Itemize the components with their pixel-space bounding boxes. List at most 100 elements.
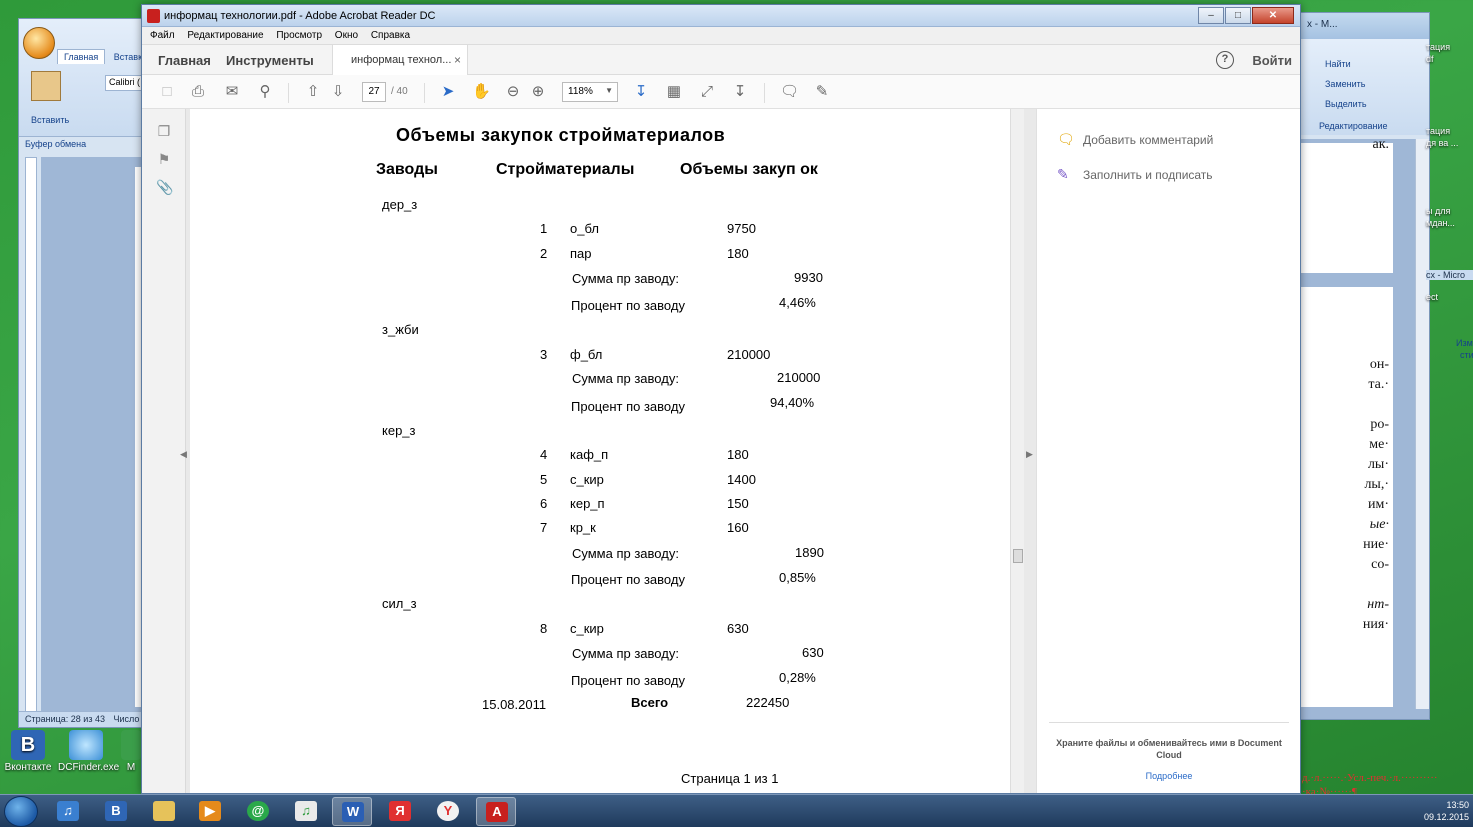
desktop-label: тация [1426, 42, 1451, 52]
learn-more-link[interactable]: Подробнее [1049, 771, 1289, 781]
row-number: 5 [540, 472, 548, 487]
tab-document[interactable]: информац технол... × [332, 45, 468, 75]
percent-label: Процент по заводу [571, 399, 685, 414]
vk-icon: B [105, 801, 127, 821]
material-name: о_бл [570, 221, 599, 236]
page-scrollbar[interactable] [1010, 109, 1024, 793]
fit-page-icon[interactable]: ▦ [665, 83, 683, 101]
acrobat-titlebar[interactable]: информац технологии.pdf - Adobe Acrobat … [142, 5, 1300, 27]
office-button[interactable] [23, 27, 55, 59]
desktop-label: cx - Micro [1426, 270, 1473, 280]
menu-edit[interactable]: Редактирование [187, 30, 263, 41]
select-cursor-icon[interactable]: ➤ [439, 83, 457, 101]
clock-date: 09.12.2015 [1423, 812, 1469, 822]
taskbar-media[interactable]: ▶ [190, 797, 230, 826]
prev-page-icon[interactable]: ⇧ [304, 83, 322, 101]
taskbar-vk[interactable]: B [96, 797, 136, 826]
add-comment-button[interactable]: 🗨 Добавить комментарий [1055, 131, 1213, 147]
taskbar-browser[interactable]: Y [428, 797, 468, 826]
replace-button[interactable]: Заменить [1325, 79, 1365, 89]
minimize-button[interactable]: – [1198, 7, 1224, 24]
pdf-icon: A [486, 802, 508, 822]
yandex-browser-icon: Y [437, 801, 459, 821]
row-number: 3 [540, 347, 548, 362]
taskbar-music[interactable]: ♫ [286, 797, 326, 826]
app-icon [121, 730, 141, 760]
scroll-thumb[interactable] [1013, 549, 1023, 563]
paste-icon[interactable] [31, 71, 61, 101]
pdf-page[interactable]: Объемы закупок стройматериалов Заводы Ст… [190, 109, 1010, 793]
help-icon[interactable]: ? [1216, 51, 1234, 69]
start-button[interactable] [4, 796, 38, 827]
volume-value: 180 [727, 246, 749, 261]
page-thumbnails-icon[interactable]: ❐ [156, 123, 172, 141]
desktop-label: мдан... [1426, 218, 1455, 228]
word-window-right[interactable]: x - М... Найти Заменить Выделить Редакти… [1300, 12, 1430, 720]
tab-home[interactable]: Главная [158, 53, 211, 68]
word-right-title: x - М... [1301, 13, 1429, 39]
zoom-out-icon[interactable]: ⊖ [504, 83, 522, 101]
plant-name: кер_з [382, 423, 416, 438]
menu-window[interactable]: Окно [335, 30, 358, 41]
fit-width-icon[interactable]: ↧ [632, 83, 650, 101]
document-cloud-promo: Храните файлы и обменивайтесь ими в Docu… [1049, 722, 1289, 781]
desktop-icon-vkontakte[interactable]: B Вконтакте [0, 730, 56, 773]
word-window-left[interactable]: Главная Вставка Вставить Calibri ( Буфер… [18, 18, 165, 728]
clipboard-label: Буфер обмена [25, 139, 87, 149]
doc-line: со- [1371, 557, 1389, 572]
print-icon[interactable]: ⎙ [189, 83, 207, 101]
pen-sign-icon[interactable]: ✎ [813, 83, 831, 101]
login-button[interactable]: Войти [1252, 53, 1292, 68]
email-icon[interactable]: ✉ [223, 83, 241, 101]
percent-label: Процент по заводу [571, 298, 685, 313]
header-materials: Стройматериалы [496, 161, 635, 178]
tab-tools[interactable]: Инструменты [226, 53, 314, 68]
menu-file[interactable]: Файл [150, 30, 175, 41]
close-button[interactable]: ✕ [1252, 7, 1294, 24]
taskbar-sound[interactable]: ♫ [48, 797, 88, 826]
desktop-label: ect [1426, 292, 1439, 302]
taskbar-mail[interactable]: @ [238, 797, 278, 826]
hand-tool-icon[interactable]: ✋ [472, 83, 491, 101]
doc-line: та.· [1368, 377, 1389, 392]
tab-home[interactable]: Главная [57, 49, 106, 64]
fullscreen-icon[interactable]: ⤢ [698, 83, 716, 101]
attachment-icon[interactable]: 📎 [156, 179, 173, 197]
collapse-right-icon[interactable]: ▶ [1026, 449, 1033, 460]
material-name: с_кир [570, 472, 604, 487]
volume-value: 150 [727, 496, 749, 511]
desktop-icon-dcfinder[interactable]: DCFinder.exe [58, 730, 119, 773]
taskbar-explorer[interactable] [144, 797, 184, 826]
next-page-icon[interactable]: ⇩ [329, 83, 347, 101]
zoom-in-icon[interactable]: ⊕ [529, 83, 547, 101]
page-number-input[interactable]: 27 [362, 82, 386, 102]
bookmark-icon[interactable]: ⚑ [156, 151, 172, 169]
taskbar-word[interactable]: W [332, 797, 372, 826]
speaker-icon: ♫ [57, 801, 79, 821]
row-number: 1 [540, 221, 548, 236]
close-tab-icon[interactable]: × [454, 53, 461, 67]
collapse-left-icon[interactable]: ◀ [180, 449, 187, 460]
acrobat-window[interactable]: информац технологии.pdf - Adobe Acrobat … [141, 4, 1301, 794]
menu-view[interactable]: Просмотр [276, 30, 322, 41]
taskbar-acrobat[interactable]: A [476, 797, 516, 826]
percent-value: 0,85% [779, 570, 816, 585]
fill-sign-button[interactable]: ✎ Заполнить и подписать [1055, 166, 1213, 182]
maximize-button[interactable]: □ [1225, 7, 1251, 24]
zoom-select[interactable]: 118% ▼ [562, 82, 618, 102]
desktop-label: тация [1426, 126, 1451, 136]
search-icon[interactable]: ⚲ [256, 83, 274, 101]
row-number: 2 [540, 246, 548, 261]
select-button[interactable]: Выделить [1325, 99, 1367, 109]
comment-icon[interactable]: 🗨 [780, 83, 799, 101]
volume-value: 180 [727, 447, 749, 462]
system-tray-clock[interactable]: 13:50 09.12.2015 [1424, 799, 1469, 823]
word-count-status: Число [113, 714, 140, 724]
far-right-strip: тация df тация дя ва ... ы для мдан... c… [1426, 0, 1473, 790]
save-icon[interactable]: □ [158, 83, 176, 101]
scroll-mode-icon[interactable]: ↧ [731, 83, 749, 101]
menu-help[interactable]: Справка [371, 30, 410, 41]
report-date: 15.08.2011 [482, 697, 547, 712]
taskbar-yandex[interactable]: Я [380, 797, 420, 826]
find-button[interactable]: Найти [1325, 59, 1351, 69]
